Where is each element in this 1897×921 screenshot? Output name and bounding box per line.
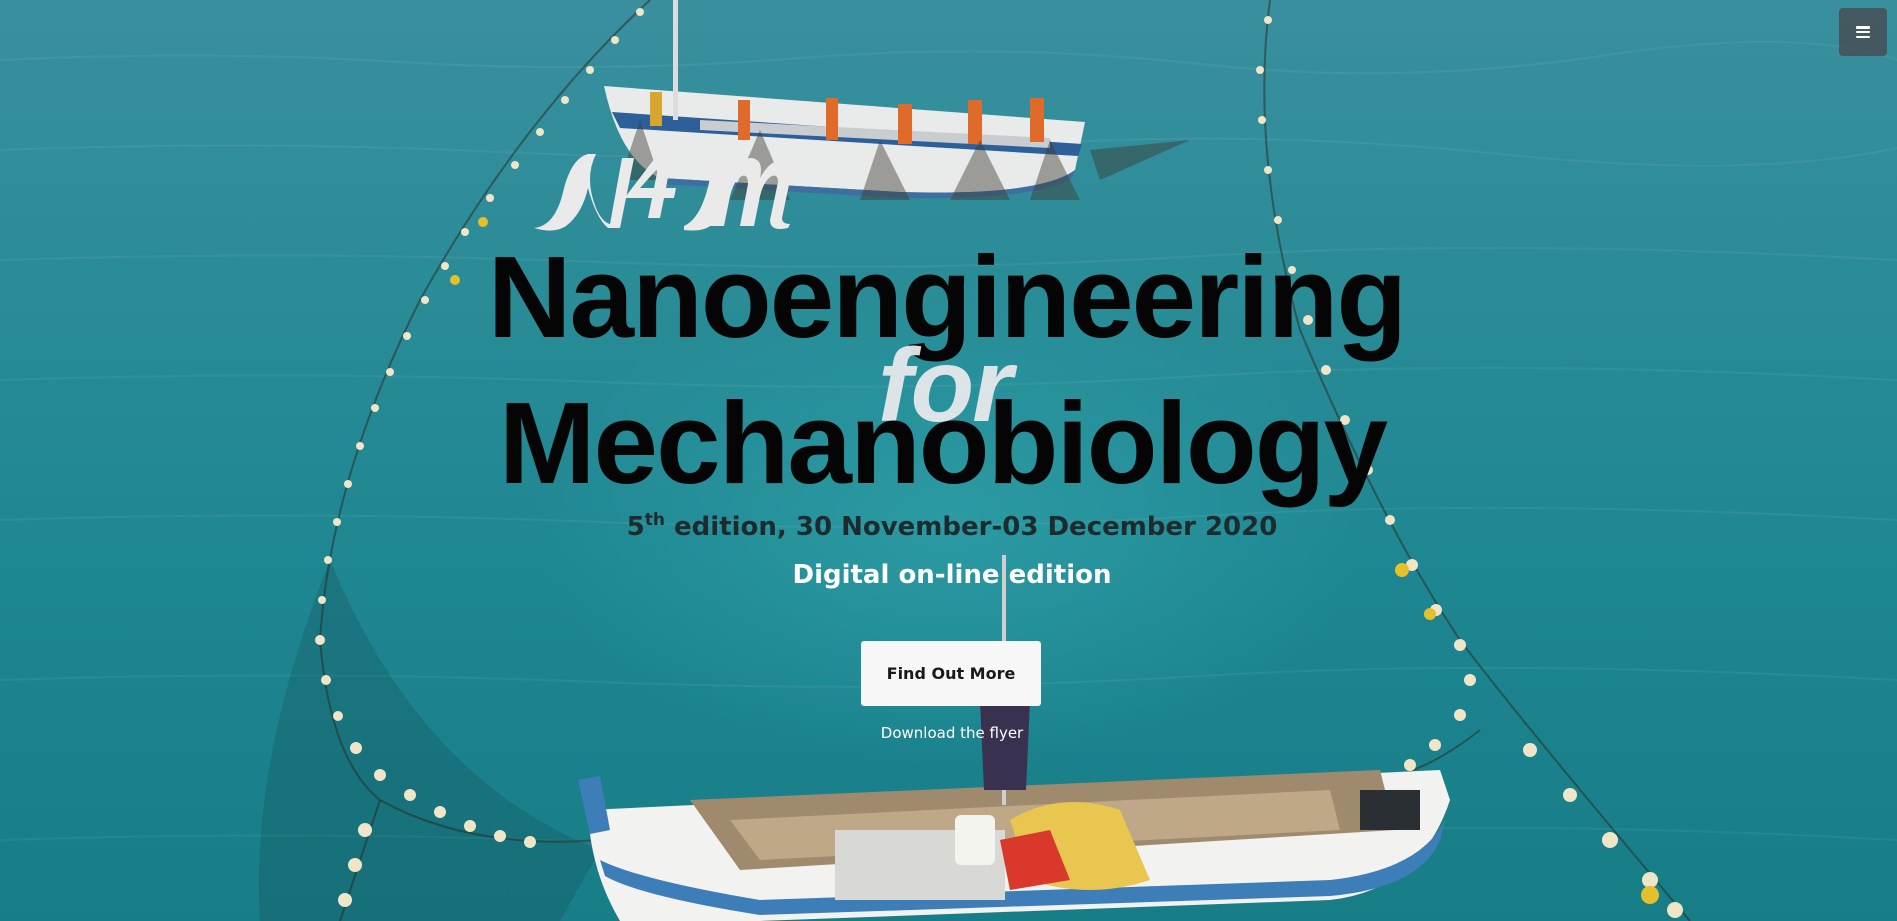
n4m-logo <box>534 154 791 231</box>
download-flyer-link[interactable]: Download the flyer <box>0 724 1897 742</box>
find-out-more-button[interactable]: Find Out More <box>861 641 1041 706</box>
title-line-2: Mechanobiology <box>498 378 1388 508</box>
edition-number: 5 <box>626 512 645 542</box>
edition-suffix: th <box>644 510 665 530</box>
edition-text: edition, 30 November-03 December 2020 <box>665 512 1278 542</box>
digital-edition-subtitle: Digital on-line edition <box>792 560 1112 590</box>
hero-section: Nanoengineering for Mechanobiology 5th e… <box>0 0 1897 921</box>
menu-button[interactable] <box>1839 8 1887 56</box>
edition-dates: 5th edition, 30 November-03 December 202… <box>0 510 1897 542</box>
hamburger-icon <box>1856 26 1870 38</box>
